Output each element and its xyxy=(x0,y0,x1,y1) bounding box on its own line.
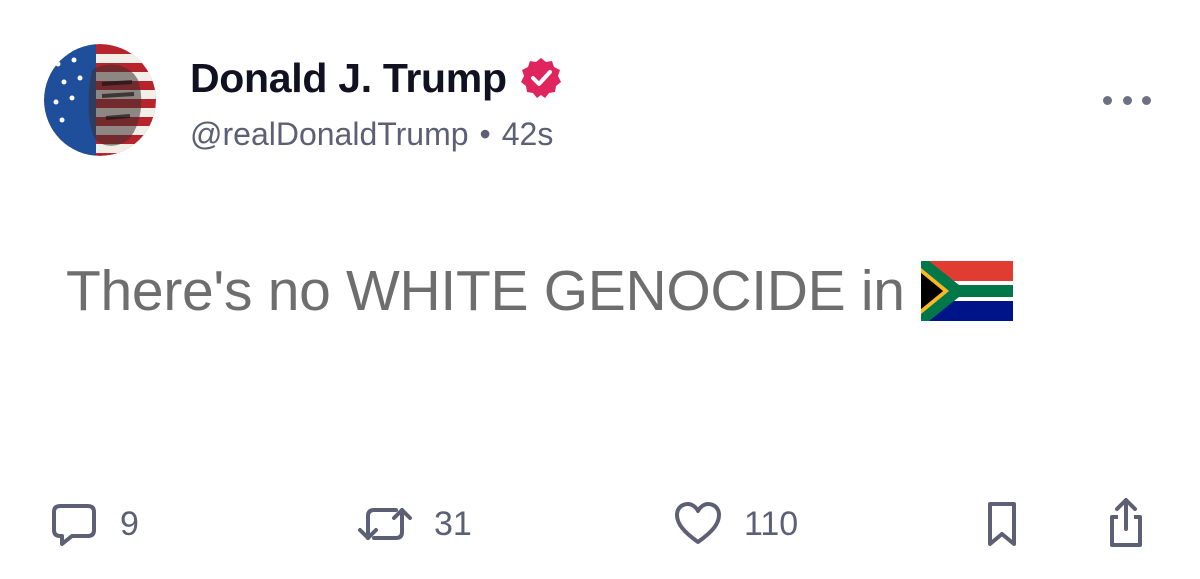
repost-count: 31 xyxy=(434,504,472,543)
more-dot-icon xyxy=(1122,95,1132,105)
avatar[interactable] xyxy=(44,44,156,156)
heart-icon xyxy=(672,498,724,550)
like-button[interactable]: 110 xyxy=(672,496,798,552)
like-count: 110 xyxy=(744,504,799,543)
meta-separator: • xyxy=(479,115,491,152)
author-handle[interactable]: @realDonaldTrump xyxy=(190,116,469,153)
avatar-image xyxy=(44,44,156,156)
post-meta: @realDonaldTrump • 42s xyxy=(190,112,553,156)
repost-button[interactable]: 31 xyxy=(356,496,472,552)
south-africa-flag-icon xyxy=(920,261,1013,321)
reply-count: 9 xyxy=(120,504,139,543)
reply-button[interactable]: 9 xyxy=(48,496,139,552)
author-name-row[interactable]: Donald J. Trump xyxy=(190,52,563,104)
bookmark-button[interactable] xyxy=(982,496,1022,552)
share-icon xyxy=(1104,497,1148,551)
more-options-button[interactable] xyxy=(1103,88,1151,112)
verified-badge-icon xyxy=(519,56,563,100)
more-dot-icon xyxy=(1142,95,1151,105)
bookmark-icon xyxy=(982,498,1022,550)
reply-icon xyxy=(48,498,100,550)
share-button[interactable] xyxy=(1104,496,1148,552)
repost-icon xyxy=(356,498,414,550)
post-text: There's no WHITE GENOCIDE in xyxy=(66,259,905,323)
more-dot-icon xyxy=(1103,95,1112,105)
author-display-name[interactable]: Donald J. Trump xyxy=(190,55,507,102)
post-body: There's no WHITE GENOCIDE in xyxy=(66,255,1013,327)
post-timestamp[interactable]: 42s xyxy=(502,116,554,153)
